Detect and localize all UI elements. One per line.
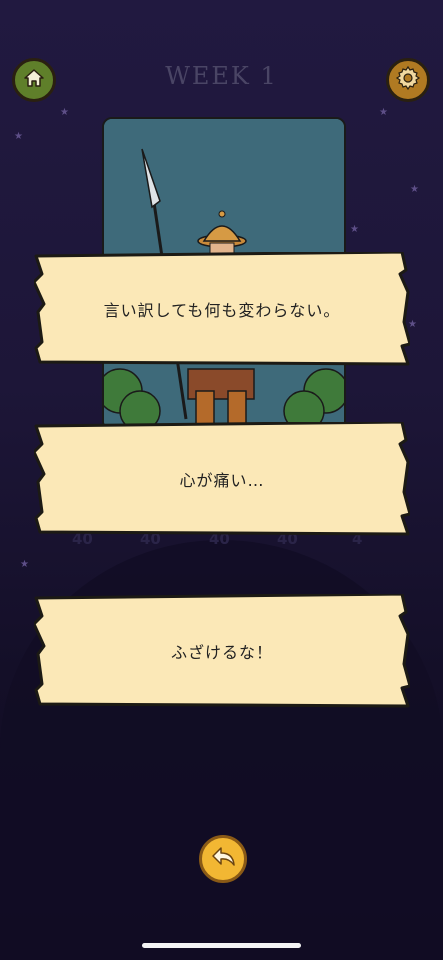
home-indicator[interactable] <box>142 943 301 948</box>
page-title: WEEK 1 <box>165 62 278 90</box>
back-button[interactable] <box>199 835 247 883</box>
star: ★ <box>60 107 69 118</box>
settings-button[interactable] <box>386 58 430 102</box>
choice-option-3[interactable]: ふざけるな！ <box>34 594 410 708</box>
gear-icon <box>395 65 421 95</box>
star: ★ <box>350 224 359 235</box>
choice-label: ふざけるな！ <box>170 643 273 662</box>
undo-arrow-icon <box>209 845 237 873</box>
star: ★ <box>410 184 419 195</box>
star: ★ <box>379 107 388 118</box>
choice-option-2[interactable]: 心が痛い… <box>34 422 410 536</box>
star: ★ <box>20 559 29 570</box>
star: ★ <box>14 131 23 142</box>
choice-option-1[interactable]: 言い訳しても何も変わらない。 <box>34 252 410 366</box>
choice-label: 心が痛い… <box>179 471 265 490</box>
choice-label: 言い訳しても何も変わらない。 <box>103 301 341 320</box>
